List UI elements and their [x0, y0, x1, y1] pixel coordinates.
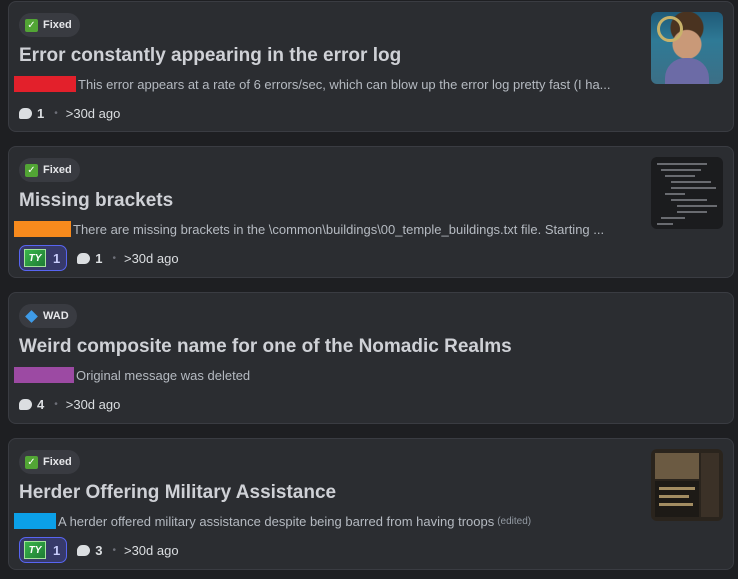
- thumbnail-body: [665, 58, 709, 84]
- diamond-icon: [25, 309, 38, 323]
- thread-card[interactable]: WAD Weird composite name for one of the …: [8, 292, 734, 424]
- thumbnail-image[interactable]: [651, 157, 723, 229]
- thumbnail-ring: [657, 16, 683, 42]
- timestamp: >30d ago: [65, 396, 121, 412]
- separator-dot: •: [54, 107, 58, 119]
- game-panel: [655, 453, 699, 479]
- timestamp: >30d ago: [65, 105, 121, 121]
- chat-bubble-icon: [19, 107, 32, 119]
- game-panel: [659, 495, 689, 498]
- thread-card[interactable]: ✓ Fixed Herder Offering Military Assista…: [8, 438, 734, 570]
- author-name-redacted: [14, 221, 71, 237]
- reaction-count: 1: [53, 542, 61, 558]
- game-panel: [701, 453, 719, 517]
- author-name-redacted: [14, 367, 74, 383]
- thumbnail-image[interactable]: [651, 12, 723, 84]
- game-panel: [659, 503, 693, 506]
- edited-label: (edited): [497, 515, 532, 527]
- author-name-redacted: [14, 513, 56, 529]
- code-line: [671, 187, 716, 189]
- thread-title[interactable]: Weird composite name for one of the Noma…: [19, 336, 512, 358]
- thread-preview: This error appears at a rate of 6 errors…: [14, 75, 611, 93]
- tag-fixed: ✓ Fixed: [19, 158, 80, 182]
- ty-emoji-icon: TY: [24, 249, 46, 267]
- tag-wad: WAD: [19, 304, 77, 328]
- code-line: [677, 205, 717, 207]
- author-name-redacted: [14, 76, 76, 92]
- thread-preview: There are missing brackets in the \commo…: [14, 220, 604, 238]
- code-line: [671, 199, 707, 201]
- check-icon: ✓: [25, 455, 38, 469]
- separator-dot: •: [54, 398, 58, 410]
- code-line: [665, 193, 685, 195]
- thread-meta: TY 1 3 • >30d ago: [19, 537, 179, 563]
- reply-count: 4: [37, 396, 45, 412]
- code-line: [671, 181, 711, 183]
- separator-dot: •: [112, 544, 116, 556]
- code-line: [661, 169, 701, 171]
- reaction-button[interactable]: TY 1: [19, 245, 68, 271]
- ty-emoji-icon: TY: [24, 541, 46, 559]
- thread-title[interactable]: Error constantly appearing in the error …: [19, 45, 401, 67]
- code-line: [657, 223, 673, 225]
- check-icon: ✓: [25, 163, 38, 177]
- reaction-button[interactable]: TY 1: [19, 537, 68, 563]
- thread-title[interactable]: Herder Offering Military Assistance: [19, 482, 336, 504]
- thread-preview: Original message was deleted: [14, 366, 250, 384]
- reply-count: 1: [95, 250, 103, 266]
- thread-card[interactable]: ✓ Fixed Missing brackets There are missi…: [8, 146, 734, 278]
- thread-meta: TY 1 1 • >30d ago: [19, 245, 179, 271]
- timestamp: >30d ago: [123, 250, 179, 266]
- code-line: [677, 211, 707, 213]
- reply-count: 3: [95, 542, 103, 558]
- code-line: [657, 163, 707, 165]
- code-line: [665, 175, 695, 177]
- tag-fixed: ✓ Fixed: [19, 450, 80, 474]
- thread-meta: 1 • >30d ago: [19, 101, 120, 125]
- chat-bubble-icon: [77, 544, 91, 556]
- check-icon: ✓: [25, 18, 38, 32]
- reply-count: 1: [37, 105, 45, 121]
- thread-title[interactable]: Missing brackets: [19, 190, 173, 212]
- reaction-count: 1: [53, 250, 61, 266]
- timestamp: >30d ago: [123, 542, 179, 558]
- chat-bubble-icon: [77, 252, 91, 264]
- game-panel: [659, 487, 695, 490]
- tag-fixed: ✓ Fixed: [19, 13, 80, 37]
- separator-dot: •: [112, 252, 116, 264]
- thread-card[interactable]: ✓ Fixed Error constantly appearing in th…: [8, 1, 734, 132]
- chat-bubble-icon: [19, 398, 32, 410]
- thread-meta: 4 • >30d ago: [19, 392, 120, 416]
- thumbnail-image[interactable]: [651, 449, 723, 521]
- thread-preview: A herder offered military assistance des…: [14, 512, 531, 530]
- code-line: [661, 217, 685, 219]
